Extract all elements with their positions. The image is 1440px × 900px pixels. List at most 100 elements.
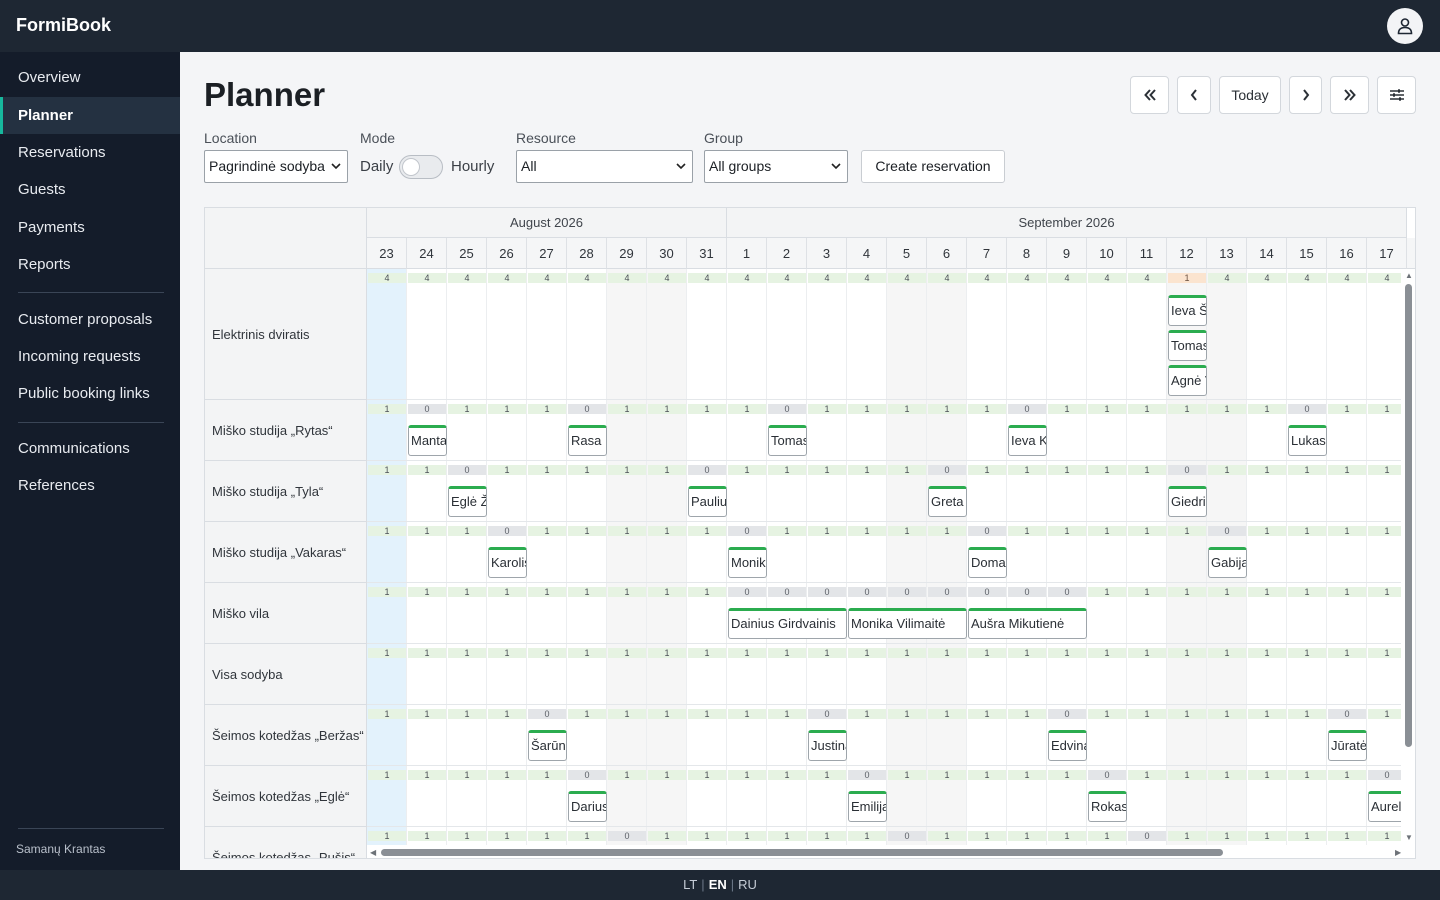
first-period-button[interactable] — [1130, 76, 1169, 114]
booking-bar[interactable]: Dainius Girdvainis — [728, 608, 847, 639]
resource-select[interactable]: All — [516, 150, 693, 183]
previous-period-button[interactable] — [1177, 76, 1211, 114]
sidebar-item-guests[interactable]: Guests — [0, 171, 180, 208]
day-header[interactable]: 5 — [887, 238, 927, 269]
scroll-left-icon[interactable]: ◀ — [370, 848, 376, 857]
booking-bar[interactable]: Šarūnas Vasiliauskas — [528, 730, 567, 761]
horizontal-scrollbar[interactable]: ◀ ▶ — [367, 845, 1415, 858]
booking-bar[interactable]: Monika Balčiūnienė — [728, 547, 767, 578]
resource-label[interactable]: Miško studija „Rytas“ — [205, 400, 367, 461]
day-header[interactable]: 12 — [1167, 238, 1207, 269]
day-header[interactable]: 13 — [1207, 238, 1247, 269]
day-header[interactable]: 17 — [1367, 238, 1407, 269]
booking-bar[interactable]: Edvinas Butkus — [1048, 730, 1087, 761]
booking-bar[interactable]: Tomas Kazlauskas — [768, 425, 807, 456]
mode-hourly-label[interactable]: Hourly — [451, 158, 494, 175]
booking-bar[interactable]: Karolis Jonaitis — [488, 547, 527, 578]
booking-bar[interactable]: Greta Sabaliauskienė — [928, 486, 967, 517]
language-ru[interactable]: RU — [738, 877, 757, 892]
day-header[interactable]: 1 — [727, 238, 767, 269]
last-period-button[interactable] — [1330, 76, 1369, 114]
scrollbar-thumb[interactable] — [381, 849, 1223, 856]
location-select[interactable]: Pagrindinė sodyba — [204, 150, 348, 183]
booking-bar[interactable]: Eglė Žukauskienė — [448, 486, 487, 517]
sidebar-item-references[interactable]: References — [0, 467, 180, 504]
availability-count: 1 — [1208, 770, 1246, 780]
brand-logo[interactable]: FormiBook — [16, 15, 111, 36]
today-button[interactable]: Today — [1219, 76, 1281, 114]
resource-label[interactable]: Visa sodyba — [205, 644, 367, 705]
booking-bar[interactable]: Emilija Rimkutė — [848, 791, 887, 822]
language-en[interactable]: EN — [709, 877, 727, 892]
booking-bar[interactable]: Mantas Petrauskas — [408, 425, 447, 456]
booking-bar[interactable]: Domantas Ramanauskas — [968, 547, 1007, 578]
day-header[interactable]: 11 — [1127, 238, 1167, 269]
user-avatar-button[interactable] — [1387, 8, 1423, 44]
resource-label[interactable]: Elektrinis dviratis — [205, 269, 367, 400]
scroll-right-icon[interactable]: ▶ — [1395, 848, 1401, 857]
planner-settings-button[interactable] — [1377, 76, 1416, 114]
booking-bar[interactable]: Agnė Vaitkienė — [1168, 365, 1207, 396]
day-header[interactable]: 15 — [1287, 238, 1327, 269]
day-header[interactable]: 6 — [927, 238, 967, 269]
day-header[interactable]: 26 — [487, 238, 527, 269]
scroll-up-icon[interactable]: ▲ — [1405, 271, 1413, 280]
day-header[interactable]: 8 — [1007, 238, 1047, 269]
booking-bar[interactable]: Darius Kavaliauskas — [568, 791, 607, 822]
resource-label[interactable]: Šeimos kotedžas „Pušis“ — [205, 827, 367, 858]
sidebar-item-public-booking-links[interactable]: Public booking links — [0, 375, 180, 412]
booking-bar[interactable]: Monika Vilimaitė — [848, 608, 967, 639]
booking-bar[interactable]: Giedrius Paulauskas — [1168, 486, 1207, 517]
vertical-scrollbar[interactable]: ▲ ▼ — [1401, 269, 1415, 845]
day-header[interactable]: 31 — [687, 238, 727, 269]
booking-bar[interactable]: Lukas Urbonas — [1288, 425, 1327, 456]
resource-label[interactable]: Miško studija „Tyla“ — [205, 461, 367, 522]
group-select[interactable]: All groups — [704, 150, 848, 183]
day-header[interactable]: 24 — [407, 238, 447, 269]
day-header[interactable]: 27 — [527, 238, 567, 269]
scrollbar-thumb[interactable] — [1405, 284, 1412, 747]
sidebar-item-communications[interactable]: Communications — [0, 430, 180, 467]
day-header[interactable]: 2 — [767, 238, 807, 269]
create-reservation-button[interactable]: Create reservation — [861, 150, 1005, 183]
resource-label[interactable]: Miško vila — [205, 583, 367, 644]
sidebar-item-customer-proposals[interactable]: Customer proposals — [0, 301, 180, 338]
sidebar-item-payments[interactable]: Payments — [0, 209, 180, 246]
day-header[interactable]: 10 — [1087, 238, 1127, 269]
day-header[interactable]: 9 — [1047, 238, 1087, 269]
booking-bar[interactable]: Justina Grigaitė — [808, 730, 847, 761]
resource-label[interactable]: Miško studija „Vakaras“ — [205, 522, 367, 583]
booking-bar[interactable]: Rokas Žilinskas — [1088, 791, 1127, 822]
booking-bar[interactable]: Jūratė Sakalauskienė — [1328, 730, 1367, 761]
day-header[interactable]: 18 — [1407, 238, 1415, 269]
sidebar-item-reports[interactable]: Reports — [0, 246, 180, 283]
day-header[interactable]: 7 — [967, 238, 1007, 269]
booking-bar[interactable]: Paulius Stankevičius — [688, 486, 727, 517]
booking-bar[interactable]: Ieva Šimkienė — [1168, 295, 1207, 326]
sidebar-item-incoming-requests[interactable]: Incoming requests — [0, 338, 180, 375]
booking-bar[interactable]: Rasa Navickienė — [568, 425, 607, 456]
day-header[interactable]: 14 — [1247, 238, 1287, 269]
sidebar-item-reservations[interactable]: Reservations — [0, 134, 180, 171]
sidebar-item-overview[interactable]: Overview — [0, 59, 180, 96]
sidebar-item-planner[interactable]: Planner — [0, 97, 180, 134]
resource-label[interactable]: Šeimos kotedžas „Beržas“ — [205, 705, 367, 766]
mode-toggle[interactable] — [399, 155, 443, 179]
day-header[interactable]: 30 — [647, 238, 687, 269]
day-header[interactable]: 28 — [567, 238, 607, 269]
booking-bar[interactable]: Gabija Mockutė — [1208, 547, 1247, 578]
booking-bar[interactable]: Tomas Jankauskas — [1168, 330, 1207, 361]
day-header[interactable]: 25 — [447, 238, 487, 269]
scroll-down-icon[interactable]: ▼ — [1405, 833, 1413, 842]
mode-daily-label[interactable]: Daily — [360, 158, 393, 175]
booking-bar[interactable]: Aušra Mikutienė — [968, 608, 1087, 639]
day-header[interactable]: 29 — [607, 238, 647, 269]
resource-label[interactable]: Šeimos kotedžas „Eglė“ — [205, 766, 367, 827]
day-header[interactable]: 4 — [847, 238, 887, 269]
day-header[interactable]: 23 — [367, 238, 407, 269]
booking-bar[interactable]: Ieva Kairytė — [1008, 425, 1047, 456]
day-header[interactable]: 3 — [807, 238, 847, 269]
next-period-button[interactable] — [1289, 76, 1322, 114]
language-lt[interactable]: LT — [683, 877, 697, 892]
day-header[interactable]: 16 — [1327, 238, 1367, 269]
